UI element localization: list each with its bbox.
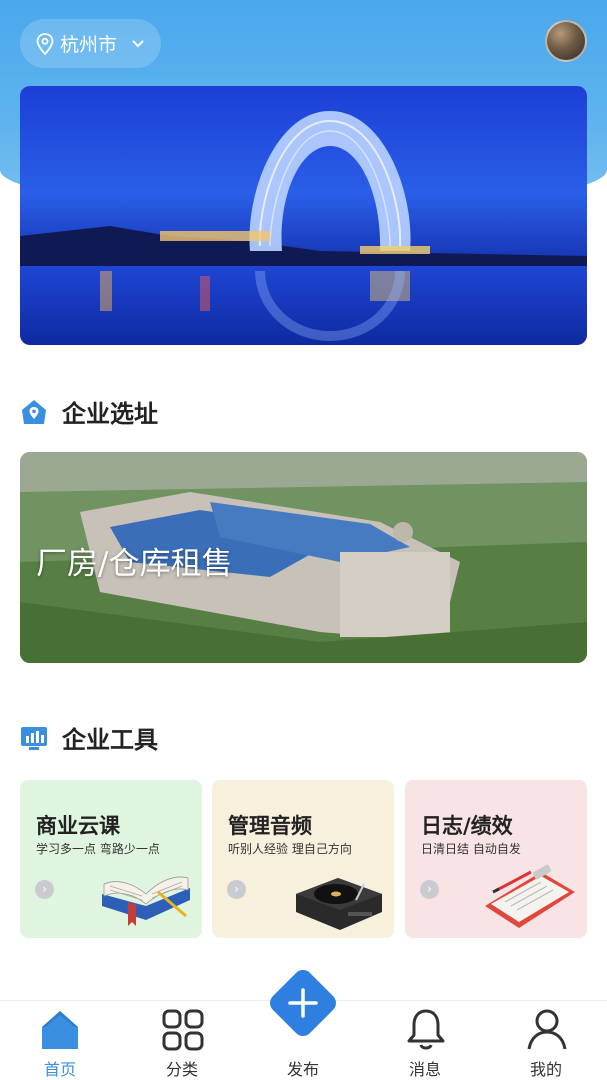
tool-card-log-performance[interactable]: 日志/绩效 日清日结 自动自发 › <box>405 780 587 938</box>
house-location-icon <box>22 399 46 424</box>
tab-category[interactable]: 分类 <box>137 1001 227 1080</box>
section-enterprise-tools: 企业工具 <box>20 720 158 755</box>
publish-button[interactable] <box>268 968 338 1038</box>
tool-card-subtitle: 学习多一点 弯路少一点 <box>36 842 160 856</box>
factory-rental-label: 厂房/仓库租售 <box>36 546 233 582</box>
section-site-selection: 企业选址 <box>20 394 158 429</box>
tab-profile[interactable]: 我的 <box>501 1001 591 1080</box>
section-title: 企业工具 <box>62 726 158 754</box>
chevron-down-icon <box>132 39 144 47</box>
section-title: 企业选址 <box>62 400 158 428</box>
tab-label: 首页 <box>43 1060 76 1079</box>
factory-rental-card[interactable]: 厂房/仓库租售 <box>20 452 587 663</box>
record-player-icon <box>296 878 382 930</box>
arrow-right-icon[interactable]: › <box>35 880 54 899</box>
tab-label: 我的 <box>529 1060 562 1079</box>
tool-card-business-course[interactable]: 商业云课 学习多一点 弯路少一点 › <box>20 780 202 938</box>
tool-card-subtitle: 听别人经验 理自己方向 <box>228 842 352 856</box>
arrow-right-icon[interactable]: › <box>227 880 246 899</box>
clipboard-icon <box>485 864 575 928</box>
open-book-icon <box>102 876 190 926</box>
tool-card-title: 管理音频 <box>228 814 312 838</box>
tab-label: 消息 <box>408 1060 441 1079</box>
tab-messages[interactable]: 消息 <box>380 1001 470 1080</box>
tab-home[interactable]: 首页 <box>15 1001 105 1080</box>
tool-card-subtitle: 日清日结 自动自发 <box>421 842 521 856</box>
tool-card-management-audio[interactable]: 管理音频 听别人经验 理自己方向 › <box>212 780 394 938</box>
arrow-right-icon[interactable]: › <box>420 880 439 899</box>
tab-label: 发布 <box>286 1060 319 1079</box>
banner-photo <box>20 86 587 345</box>
tool-card-title: 商业云课 <box>36 814 120 838</box>
grid-icon <box>162 1009 204 1051</box>
city-selector[interactable]: 杭州市 <box>20 19 161 68</box>
home-icon <box>42 1011 78 1049</box>
bar-chart-icon <box>21 726 47 750</box>
location-pin-icon <box>36 32 54 55</box>
header: 杭州市 <box>0 0 607 86</box>
tool-card-title: 日志/绩效 <box>421 814 513 838</box>
tab-label: 分类 <box>165 1060 198 1079</box>
banner-image[interactable] <box>20 86 587 345</box>
bell-icon <box>407 1009 445 1050</box>
avatar[interactable] <box>545 20 587 62</box>
user-icon <box>527 1009 567 1050</box>
city-name: 杭州市 <box>60 34 118 56</box>
